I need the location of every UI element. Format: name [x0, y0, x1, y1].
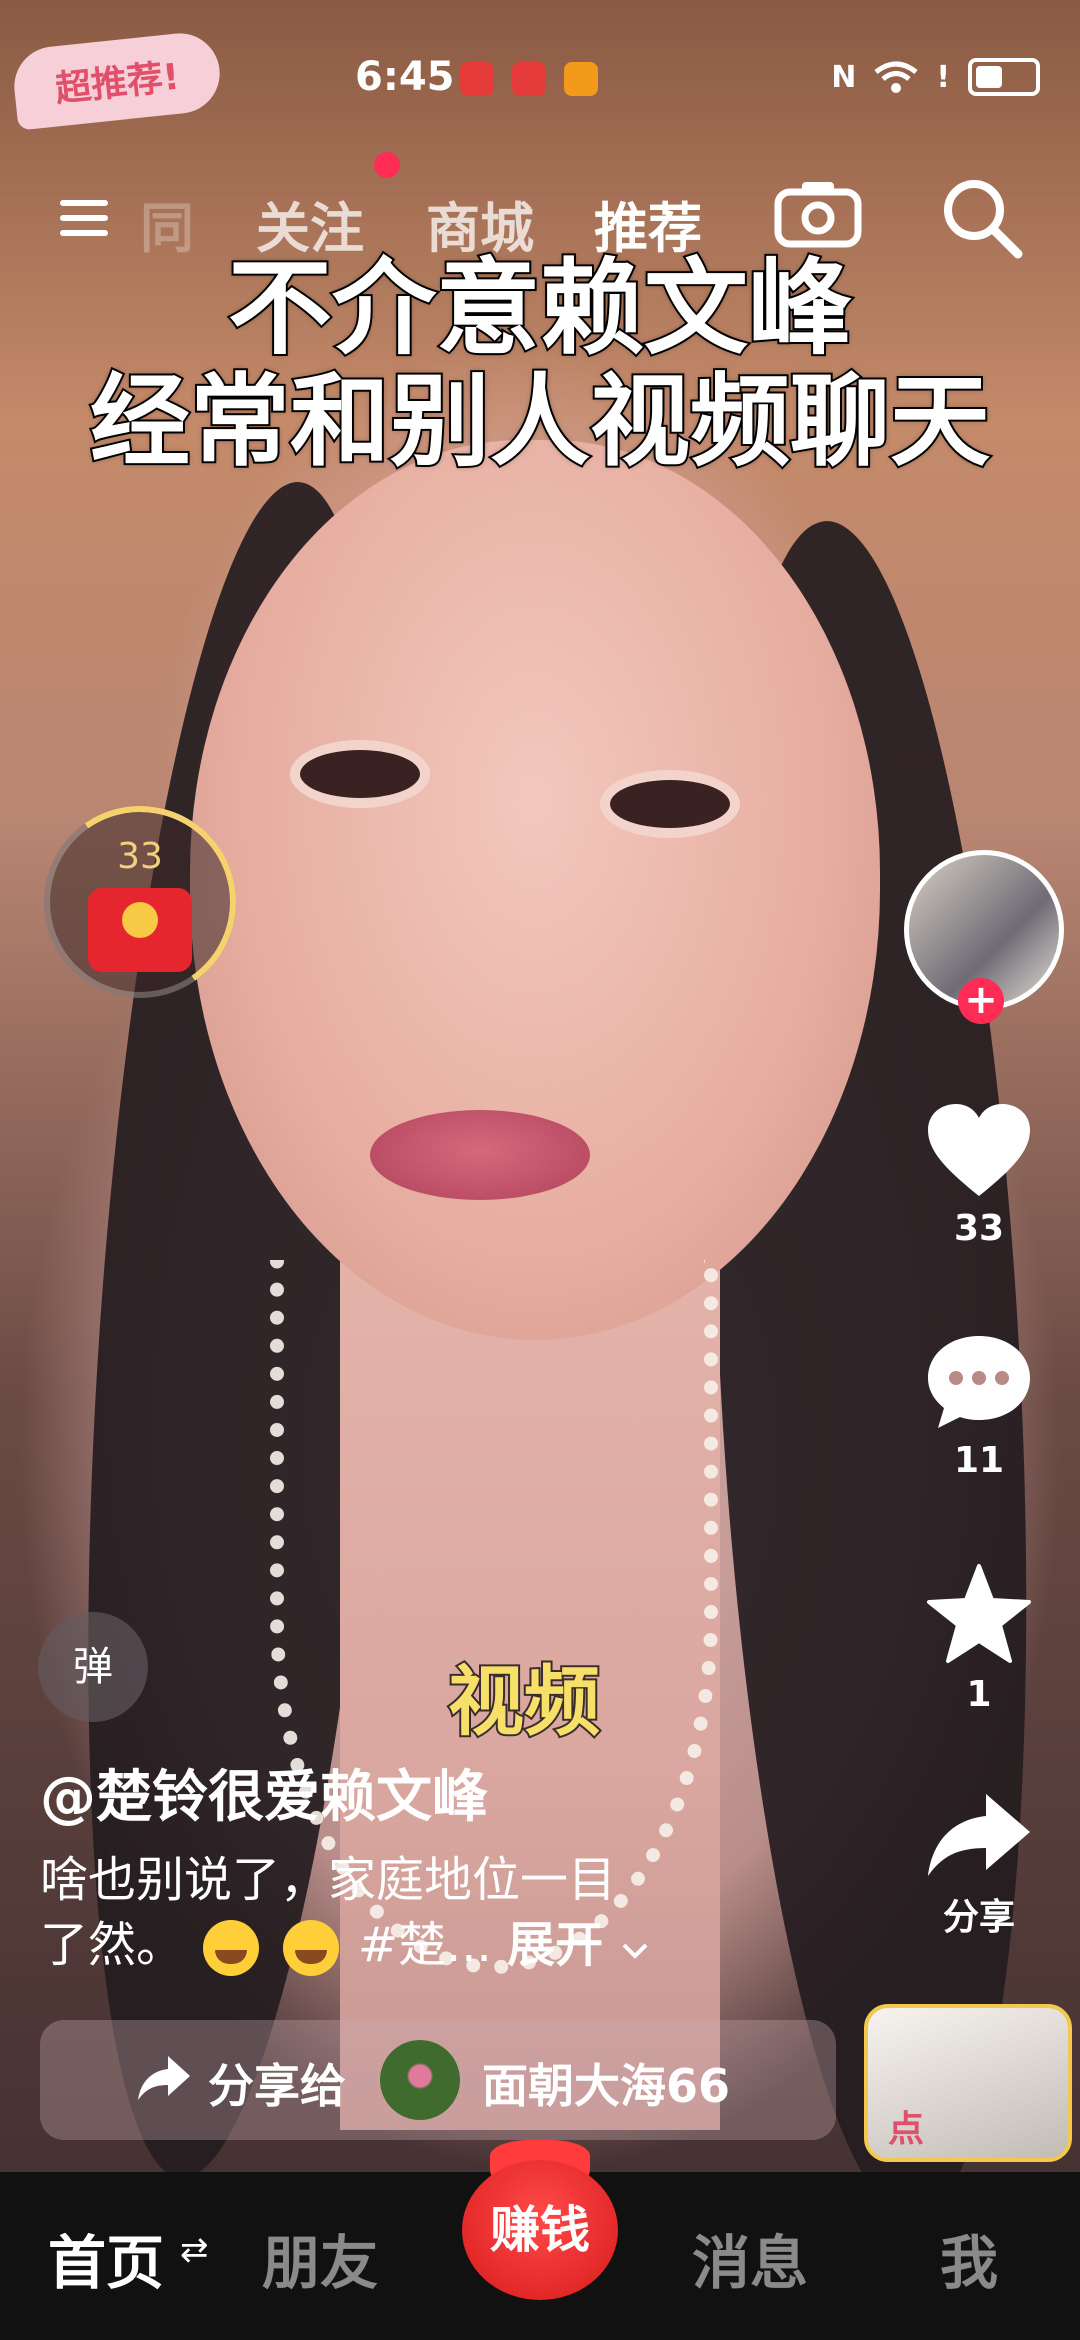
caption-line-2: 经常和别人视频聊天: [88, 363, 992, 481]
video-subject-eye-left: [300, 750, 420, 798]
video-subject-lips: [370, 1110, 590, 1200]
red-packet-count: 33: [117, 836, 163, 877]
camera-icon[interactable]: [774, 180, 862, 248]
red-packet-timer[interactable]: 33: [28, 790, 252, 1014]
search-icon[interactable]: [936, 172, 1026, 262]
like-count: 33: [953, 1208, 1005, 1249]
video-feed-screen[interactable]: 6:45 N ! 超推荐! 同 关注 商城 推荐 不介意赖文峰 经常和别人视频聊…: [0, 0, 1080, 2340]
red-packet-icon: [88, 888, 192, 972]
desc-line-2-start: 了然。: [40, 1916, 185, 1973]
caption-line-1: 不介意赖文峰: [226, 247, 854, 369]
heart-icon: [928, 1104, 1030, 1196]
share-icon: [928, 1794, 1030, 1876]
huawei-app-icon: [460, 62, 494, 96]
swap-icon[interactable]: ⇄: [180, 2230, 209, 2270]
favorite-button[interactable]: 1: [894, 1562, 1064, 1715]
author-name[interactable]: @楚铃很爱赖文峰: [40, 1752, 488, 1833]
comment-button[interactable]: 11: [894, 1332, 1064, 1481]
favorite-count: 1: [966, 1674, 992, 1715]
nfc-icon: N: [831, 59, 857, 95]
status-icons: N !: [831, 58, 1040, 96]
nav-friends[interactable]: 朋友: [262, 2216, 378, 2300]
friend-name: 面朝大海66: [482, 2059, 731, 2113]
video-subject-eye-right: [610, 780, 730, 828]
post-description[interactable]: 啥也别说了，家庭地位一目 了然。 #楚... 展开: [40, 1848, 740, 1978]
friend-avatar: [380, 2040, 460, 2120]
video-sticker: 视频: [446, 1655, 602, 1748]
comment-count: 11: [953, 1440, 1005, 1481]
chevron-down-icon: [622, 1943, 648, 1959]
desc-line-1: 啥也别说了，家庭地位一目: [40, 1852, 617, 1908]
star-icon: [927, 1564, 1031, 1663]
laughing-emoji-icon: [203, 1919, 260, 1976]
promo-badge-label: 超推荐!: [53, 56, 182, 111]
orange-app-icon: [564, 62, 598, 96]
status-time: 6:45: [355, 54, 455, 100]
earn-label: 赚钱: [462, 2160, 618, 2300]
follow-button[interactable]: +: [958, 978, 1004, 1024]
share-label: 分享: [942, 1897, 1015, 1938]
corner-promo-label: 点: [888, 2109, 925, 2150]
comment-icon: [928, 1336, 1030, 1428]
share-to-label: 分享给: [208, 2059, 346, 2113]
expand-button[interactable]: 展开: [507, 1917, 650, 1973]
video-subject-face: [190, 440, 880, 1340]
share-arrow-icon: [138, 2056, 190, 2100]
nav-me[interactable]: 我: [940, 2216, 998, 2300]
earn-money-button[interactable]: 赚钱: [462, 2140, 618, 2300]
nav-home[interactable]: 首页: [48, 2216, 164, 2300]
like-button[interactable]: 33: [894, 1102, 1064, 1249]
corner-promo-thumbnail[interactable]: 点: [864, 2004, 1072, 2162]
desc-line-2: 了然。 #楚... 展开: [40, 1913, 740, 1978]
huawei-app-icon: [512, 62, 546, 96]
wifi-icon: [874, 61, 918, 93]
battery-icon: [968, 58, 1040, 96]
notification-dot: [374, 152, 400, 178]
desc-hashtag[interactable]: #楚...: [358, 1917, 492, 1973]
share-button[interactable]: 分享: [894, 1790, 1064, 1940]
share-to-friend-bar[interactable]: 分享给 面朝大海66: [40, 2020, 836, 2140]
alert-icon: !: [936, 59, 950, 95]
nav-messages[interactable]: 消息: [692, 2216, 808, 2300]
danmu-button[interactable]: 弹: [38, 1612, 148, 1722]
laughing-emoji-icon: [282, 1919, 339, 1976]
video-caption: 不介意赖文峰 经常和别人视频聊天: [0, 247, 1080, 481]
expand-label: 展开: [507, 1916, 604, 1973]
